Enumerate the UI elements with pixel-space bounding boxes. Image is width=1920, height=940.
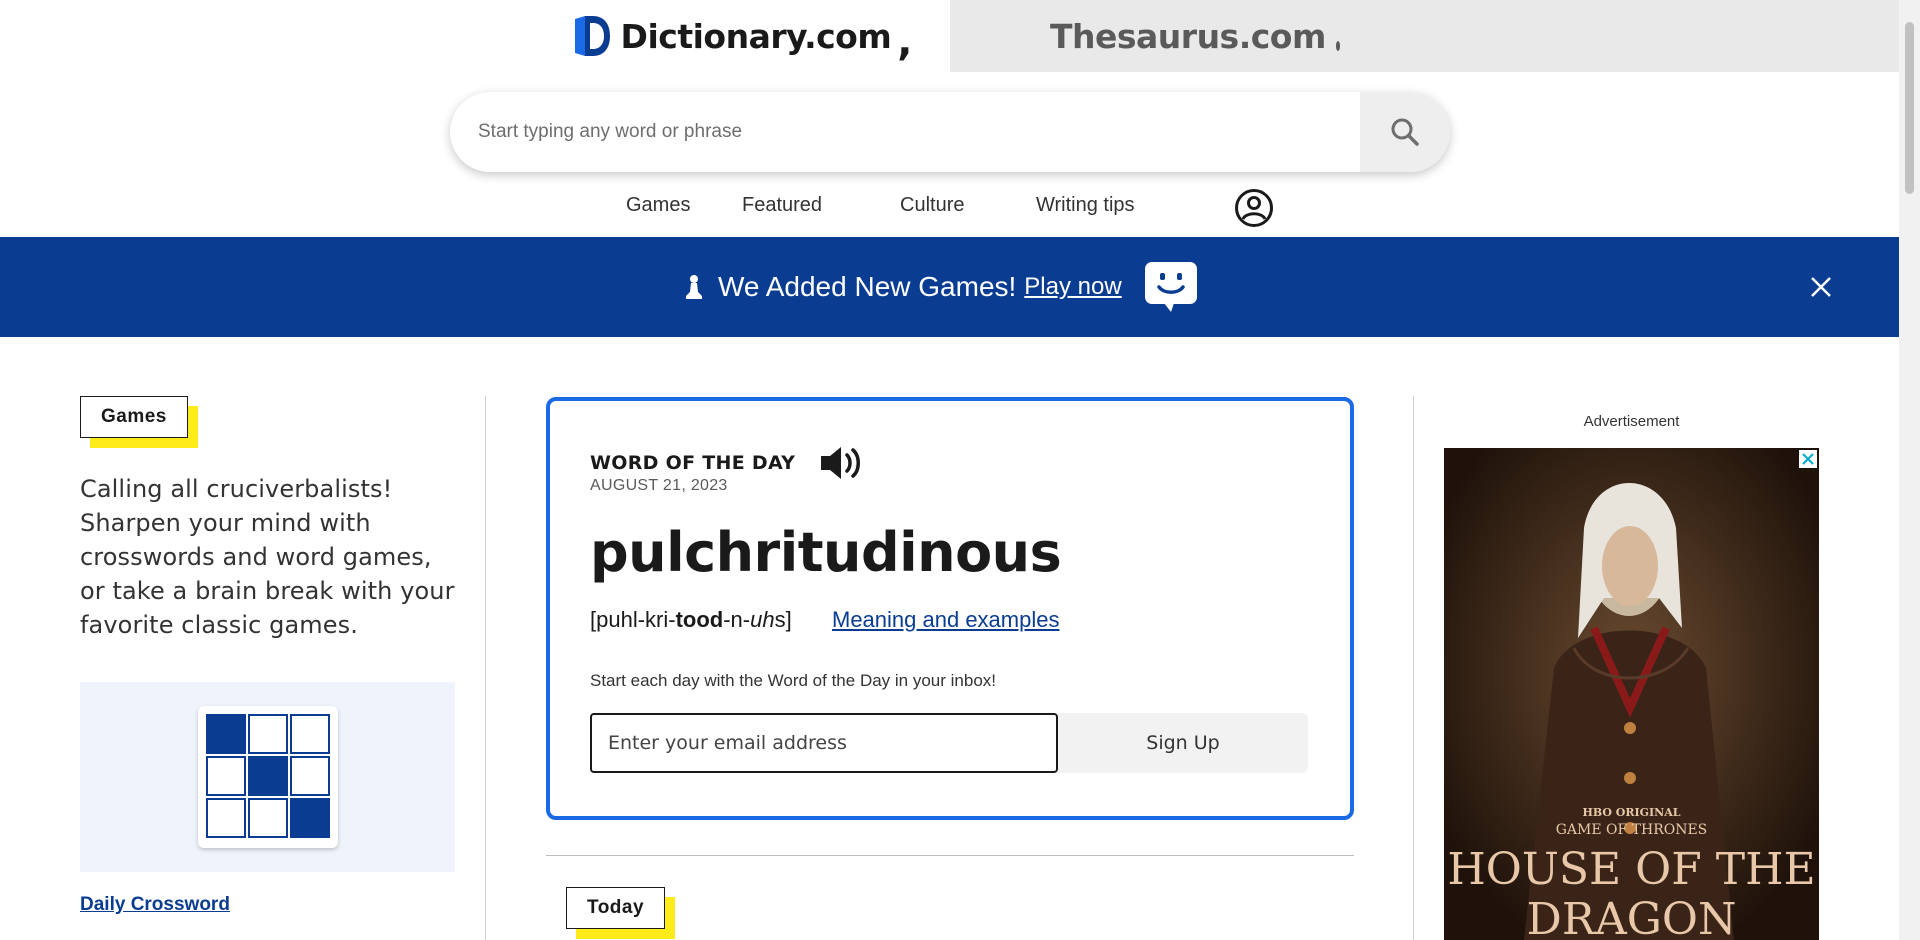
wotd-word: pulchritudinous [590,521,1062,584]
scrollbar-thumb[interactable] [1905,22,1914,194]
dictionary-logo-text: Dictionary.com [620,16,892,56]
word-of-the-day-card: WORD OF THE DAY AUGUST 21, 2023 pulchrit… [546,397,1354,820]
daily-crossword-link[interactable]: Daily Crossword [80,894,455,916]
close-banner-icon[interactable] [1808,274,1834,300]
wotd-title: WORD OF THE DAY [590,452,796,474]
section-divider [546,855,1354,856]
meaning-and-examples-link[interactable]: Meaning and examples [832,607,1059,633]
crossword-card[interactable] [80,682,455,872]
wotd-date: AUGUST 21, 2023 [590,477,728,494]
search-button[interactable] [1360,92,1450,172]
ad-brand-line: GAME OF THRONES [1555,822,1708,838]
search-input[interactable] [450,92,1360,172]
search-icon [1391,118,1419,146]
games-heading: Games [80,396,198,448]
account-icon[interactable] [1234,188,1274,228]
promo-banner: We Added New Games! Play now [0,237,1899,337]
email-field[interactable] [590,713,1058,773]
nav-games[interactable]: Games [626,194,690,217]
ad-title-line: DRAGON [1526,894,1737,940]
search-bar [450,92,1450,172]
games-section: Games Calling all cruciverbalists! Sharp… [80,396,455,916]
nav-featured[interactable]: Featured [742,194,822,217]
column-divider [1413,396,1414,940]
column-divider [485,396,486,940]
smiley-chat-icon [1144,262,1197,312]
tab-thesaurus[interactable]: Thesaurus.com [950,0,1899,72]
thesaurus-logo-text: Thesaurus.com [1050,16,1326,56]
games-description: Calling all cruciverbalists! Sharpen you… [80,475,455,639]
sign-up-button[interactable]: Sign Up [1058,713,1308,773]
ad-close-icon[interactable] [1799,450,1817,468]
today-heading: Today [566,887,676,939]
play-now-link[interactable]: Play now [1024,273,1121,301]
site-switcher: Thesaurus.com Dictionary.com , [0,0,1899,72]
dictionary-logo-icon [574,16,610,56]
banner-text: We Added New Games! [718,271,1017,302]
main-nav: Games Featured Culture Writing tips [0,188,1899,228]
speaker-icon[interactable] [819,443,867,483]
tab-dictionary[interactable]: Dictionary.com , [535,0,950,72]
ad-brand-line: HBO ORIGINAL [1582,806,1681,819]
thesaurus-dot-icon [1335,41,1340,51]
nav-writing-tips[interactable]: Writing tips [1036,194,1135,217]
ad-title-line: HOUSE OF THE [1447,844,1816,895]
advertisement-image[interactable]: HBO ORIGINAL GAME OF THRONES HOUSE OF TH… [1444,448,1819,940]
dictionary-comma-icon: , [897,19,913,65]
game-piece-icon [686,275,702,299]
crossword-grid-icon [198,706,338,848]
nav-culture[interactable]: Culture [900,194,964,217]
wotd-signup-prompt: Start each day with the Word of the Day … [590,671,997,690]
wotd-pronunciation: [puhl-kri-tood-n-uhs] [590,607,792,632]
page-scrollbar[interactable] [1899,0,1920,940]
advertisement-label: Advertisement [1583,413,1680,430]
